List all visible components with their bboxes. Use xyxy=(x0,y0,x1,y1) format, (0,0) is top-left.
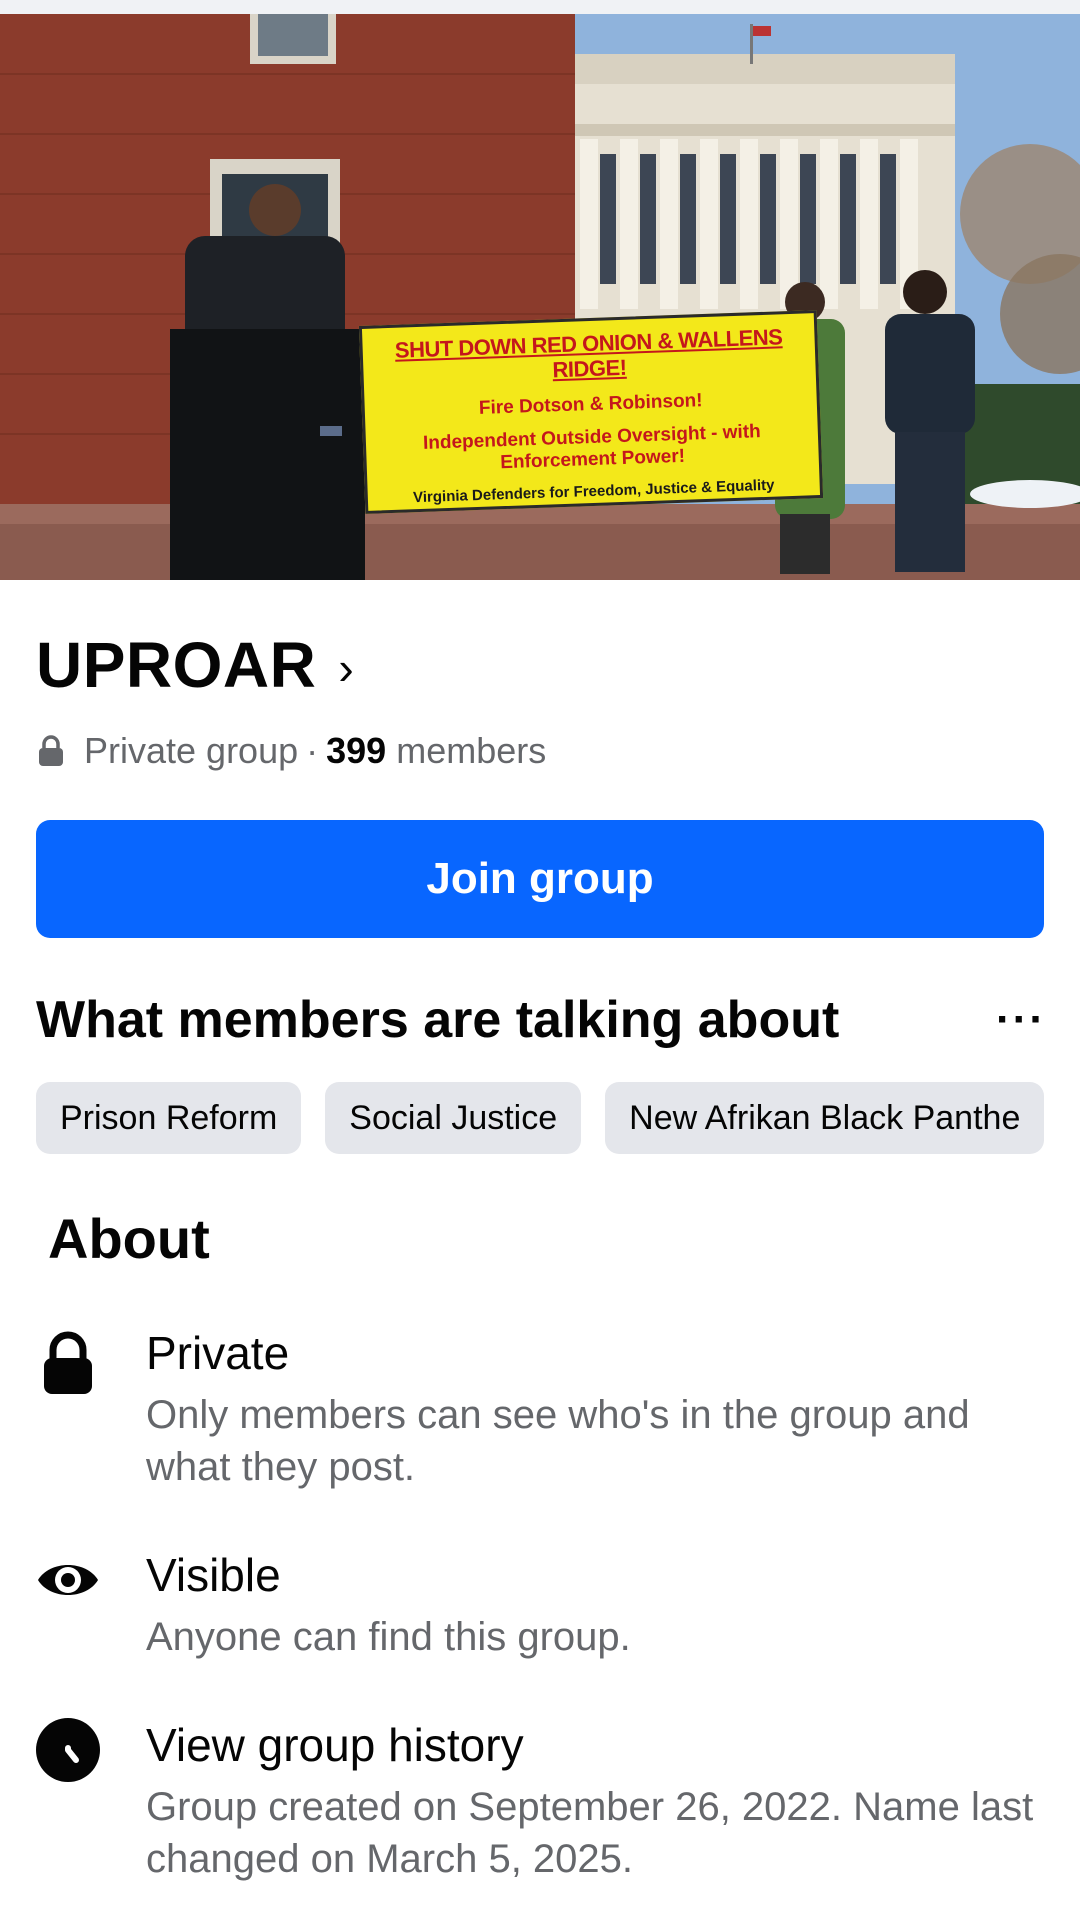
eye-icon xyxy=(38,1565,98,1595)
join-group-button[interactable]: Join group xyxy=(36,820,1044,938)
clock-icon xyxy=(36,1718,100,1782)
about-title: About xyxy=(48,1207,210,1270)
about-item-title: Visible xyxy=(146,1549,281,1601)
talking-title: What members are talking about xyxy=(36,991,840,1049)
about-item-description: Group created on September 26, 2022. Nam… xyxy=(146,1785,1034,1882)
banner-line-3: Independent Outside Oversight - with Enf… xyxy=(422,421,762,474)
lock-icon xyxy=(44,1331,92,1394)
topic-chip[interactable]: New Afrikan Black Panthe xyxy=(605,1082,1045,1154)
about-item-description: Anyone can find this group. xyxy=(146,1615,631,1660)
banner-line-1: SHUT DOWN RED ONION & WALLENS RIDGE! xyxy=(394,324,783,383)
topic-chips: Prison Reform Social Justice New Afrikan… xyxy=(36,1082,1045,1154)
about-item-title: Private xyxy=(146,1327,290,1379)
talking-header: What members are talking about ··· xyxy=(36,990,1046,1050)
group-page: SHUT DOWN RED ONION & WALLENS RIDGE! Fir… xyxy=(0,0,1080,1924)
group-title-row[interactable]: UPROAR › xyxy=(36,628,354,702)
members-label[interactable]: members xyxy=(396,730,546,772)
meta-separator: · xyxy=(306,730,319,771)
topic-chip[interactable]: Prison Reform xyxy=(36,1082,302,1154)
about-item-description: Only members can see who's in the group … xyxy=(146,1393,970,1490)
banner-line-2: Fire Dotson & Robinson! xyxy=(478,389,703,419)
group-meta: Private group · 399 members xyxy=(38,730,546,772)
chevron-right-icon[interactable]: › xyxy=(338,641,353,695)
about-item-title[interactable]: View group history xyxy=(146,1718,1056,1773)
topic-chip[interactable]: Social Justice xyxy=(325,1082,582,1154)
group-name[interactable]: UPROAR xyxy=(36,628,316,702)
privacy-label: Private group xyxy=(84,730,299,771)
cover-photo[interactable]: SHUT DOWN RED ONION & WALLENS RIDGE! Fir… xyxy=(0,0,1080,580)
member-count[interactable]: 399 xyxy=(326,730,386,772)
protest-banner: SHUT DOWN RED ONION & WALLENS RIDGE! Fir… xyxy=(358,310,824,514)
lock-icon xyxy=(39,735,63,766)
more-options-icon[interactable]: ··· xyxy=(996,995,1046,1045)
